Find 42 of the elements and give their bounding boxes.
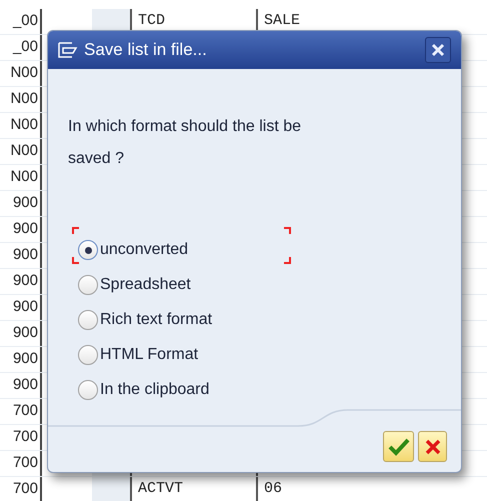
cross-icon	[424, 438, 440, 454]
radio-option[interactable]: unconverted	[78, 232, 188, 268]
close-button[interactable]	[425, 36, 451, 63]
table-cell-text: 700	[12, 401, 38, 422]
table-cell-text: 900	[12, 297, 38, 318]
window-title: Save list in file...	[84, 39, 208, 62]
table-cell-text: _00	[12, 37, 38, 58]
table-cell-text: 900	[12, 375, 38, 396]
table-cell-text: _00	[12, 11, 38, 32]
radio-option[interactable]: Spreadsheet	[78, 268, 191, 303]
table-cell-text: 900	[12, 219, 38, 240]
radio-button[interactable]	[78, 240, 98, 260]
table-cell-text: N00	[10, 115, 38, 136]
table-cell-text: N00	[10, 89, 38, 110]
table-cell-text: 900	[12, 193, 38, 214]
radio-button[interactable]	[78, 310, 98, 330]
table-cell-text: 900	[12, 271, 38, 292]
table-cell-text: 900	[12, 245, 38, 266]
table-cell-text: 700	[12, 427, 38, 448]
question-text: In which format should the list be saved ?	[68, 116, 302, 169]
table-cell-text: 900	[12, 349, 38, 370]
confirm-button[interactable]	[383, 431, 414, 462]
table-cell-text: TCD	[138, 11, 166, 32]
list-icon	[58, 40, 78, 59]
radio-button[interactable]	[78, 380, 98, 400]
radio-option[interactable]: HTML Format	[78, 338, 198, 373]
checkmark-icon	[388, 438, 410, 456]
table-cell-text: 06	[264, 479, 282, 500]
table-cell-text: SALE	[264, 11, 300, 32]
close-icon	[431, 42, 445, 57]
radio-button[interactable]	[78, 345, 98, 366]
cancel-button[interactable]	[418, 431, 447, 462]
radio-option[interactable]: Rich text format	[78, 302, 212, 338]
radio-button[interactable]	[78, 275, 98, 296]
table-cell-text: N00	[10, 167, 38, 188]
table-cell-text: 900	[12, 323, 38, 344]
table-cell-text: N00	[10, 63, 38, 84]
table-cell-text: 700	[12, 453, 38, 474]
table-cell-text: 700	[12, 479, 38, 500]
table-cell-text: ACTVT	[138, 479, 184, 500]
radio-option[interactable]: In the clipboard	[78, 372, 210, 408]
table-cell-text: N00	[10, 141, 38, 162]
